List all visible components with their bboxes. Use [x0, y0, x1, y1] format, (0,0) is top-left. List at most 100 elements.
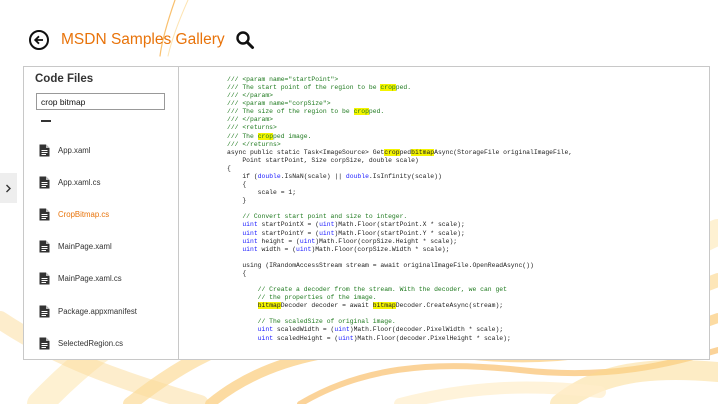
code-keyword: uint — [334, 326, 350, 334]
code-text: startPointX = ( — [257, 221, 320, 229]
document-icon — [39, 176, 50, 189]
file-item[interactable]: MainPage.xaml — [39, 237, 112, 257]
code-keyword: uint — [338, 334, 354, 342]
code-line: bitmapDecoder decoder = await bitmapDeco… — [227, 302, 503, 310]
file-item[interactable]: App.xaml — [39, 140, 91, 160]
code-text: } — [227, 197, 247, 205]
code-keyword: uint — [299, 237, 316, 245]
code-line: { — [227, 181, 246, 189]
code-text: /// <returns> — [227, 124, 277, 132]
code-text: scaledWidth = ( — [273, 326, 335, 334]
search-match-highlight: bitmap — [372, 302, 396, 310]
document-icon — [39, 208, 50, 221]
code-line: // The scaledSize of original image. — [227, 318, 396, 326]
code-text: { — [227, 164, 231, 172]
sidebar-title: Code Files — [35, 73, 94, 85]
search-match-highlight: crop — [353, 108, 369, 116]
code-text: // Convert start point and size to integ… — [227, 213, 408, 221]
code-line: // Convert start point and size to integ… — [227, 213, 407, 221]
code-keyword: uint — [242, 229, 258, 237]
file-name: App.xaml.cs — [58, 177, 101, 187]
document-icon — [39, 272, 50, 285]
file-name: SelectedRegion.cs — [58, 338, 124, 348]
code-text: /// <param name="corpSize"> — [227, 100, 331, 108]
code-keyword: uint — [257, 334, 274, 342]
code-text: )Math.Floor(startPoint.Y * scale); — [334, 229, 465, 237]
file-item[interactable]: MainPage.xaml.cs — [39, 269, 122, 289]
progress-dash — [41, 120, 51, 122]
file-filter-input[interactable] — [36, 93, 165, 110]
code-text: /// </param> — [227, 92, 274, 100]
code-text: width = ( — [257, 245, 297, 253]
code-text: )Math.Floor(decoder.PixelWidth * scale); — [349, 326, 504, 334]
code-line: uint scaledHeight = (uint)Math.Floor(dec… — [227, 335, 511, 343]
file-name: CropBitmap.cs — [58, 209, 110, 219]
file-item[interactable]: Package.appxmanifest — [39, 301, 137, 321]
code-keyword: uint — [319, 229, 335, 237]
code-line: uint scaledWidth = (uint)Math.Floor(deco… — [227, 326, 503, 334]
code-text: )Math.Floor(corpSize.Width * scale); — [311, 245, 450, 253]
expand-panel-button[interactable] — [0, 173, 17, 203]
code-line: scale = 1; — [227, 189, 296, 197]
search-match-highlight: crop — [257, 132, 274, 140]
code-text: ped. — [368, 108, 385, 116]
code-text: .IsNaN(scale) || — [280, 172, 346, 180]
code-text: startPointY = ( — [257, 229, 320, 237]
code-line: using (IRandomAccessStream stream = awai… — [227, 262, 533, 270]
code-text: Decoder decoder = await — [280, 302, 373, 310]
file-item[interactable]: SelectedRegion.cs — [39, 333, 123, 353]
code-line: Point startPoint, Size corpSize, double … — [227, 156, 419, 165]
code-line: { — [227, 165, 231, 173]
code-text: /// </returns> — [227, 140, 281, 148]
code-line: } — [227, 197, 246, 205]
code-text: /// </param> — [227, 116, 274, 124]
search-match-highlight: bitmap — [411, 148, 435, 156]
code-line: { — [227, 270, 246, 278]
code-text: Point startPoint, Size corpSize, double … — [227, 156, 419, 164]
code-line: // Create a decoder from the stream. Wit… — [227, 286, 507, 294]
back-arrow-icon — [33, 35, 43, 45]
code-keyword: uint — [296, 245, 312, 253]
file-item[interactable]: App.xaml.cs — [39, 172, 100, 192]
search-match-highlight: crop — [380, 84, 396, 92]
code-keyword: double — [257, 172, 281, 180]
file-name: Package.appxmanifest — [58, 306, 137, 316]
code-line: /// The size of the region to be cropped… — [227, 108, 384, 116]
page-title: MSDN Samples Gallery — [61, 31, 225, 48]
code-line: async public static Task<ImageSource> Ge… — [227, 148, 573, 157]
code-text: )Math.Floor(decoder.PixelHeight * scale)… — [353, 334, 511, 342]
code-text: /// The start point of the region to be — [227, 84, 381, 92]
code-line: /// The cropped image. — [227, 132, 311, 141]
code-text: height = ( — [257, 237, 300, 245]
code-view[interactable]: /// <param name="startPoint">/// The sta… — [227, 64, 707, 358]
code-line: /// </param> — [227, 116, 273, 124]
code-line: /// <returns> — [227, 124, 277, 132]
code-viewer-panel: Code Files App.xaml App.xaml.cs CropBitmap… — [23, 66, 710, 360]
file-name: MainPage.xaml.cs — [58, 274, 122, 284]
code-line: uint width = (uint)Math.Floor(corpSize.W… — [227, 246, 449, 254]
code-keyword: uint — [242, 245, 258, 253]
file-item[interactable]: CropBitmap.cs — [39, 204, 109, 224]
code-text: Async(StorageFile originalImageFile, — [434, 148, 573, 156]
code-keyword: uint — [242, 237, 258, 245]
code-line: if (double.IsNaN(scale) || double.IsInfi… — [227, 172, 441, 181]
code-text: /// The size of the region to be — [227, 108, 354, 116]
code-keyword: uint — [257, 326, 274, 334]
code-text: { — [227, 181, 247, 189]
code-text: { — [227, 269, 247, 277]
code-text: scaledHeight = ( — [273, 334, 339, 342]
code-text: scale = 1; — [227, 189, 297, 197]
code-text: ped — [399, 148, 412, 156]
file-name: MainPage.xaml — [58, 242, 112, 252]
code-text: // Create a decoder from the stream. Wit… — [227, 286, 507, 294]
back-button[interactable] — [29, 30, 49, 50]
chevron-right-icon — [6, 184, 11, 192]
search-icon[interactable] — [235, 30, 255, 50]
code-text: ped. — [395, 84, 412, 92]
file-name: App.xaml — [58, 145, 91, 155]
